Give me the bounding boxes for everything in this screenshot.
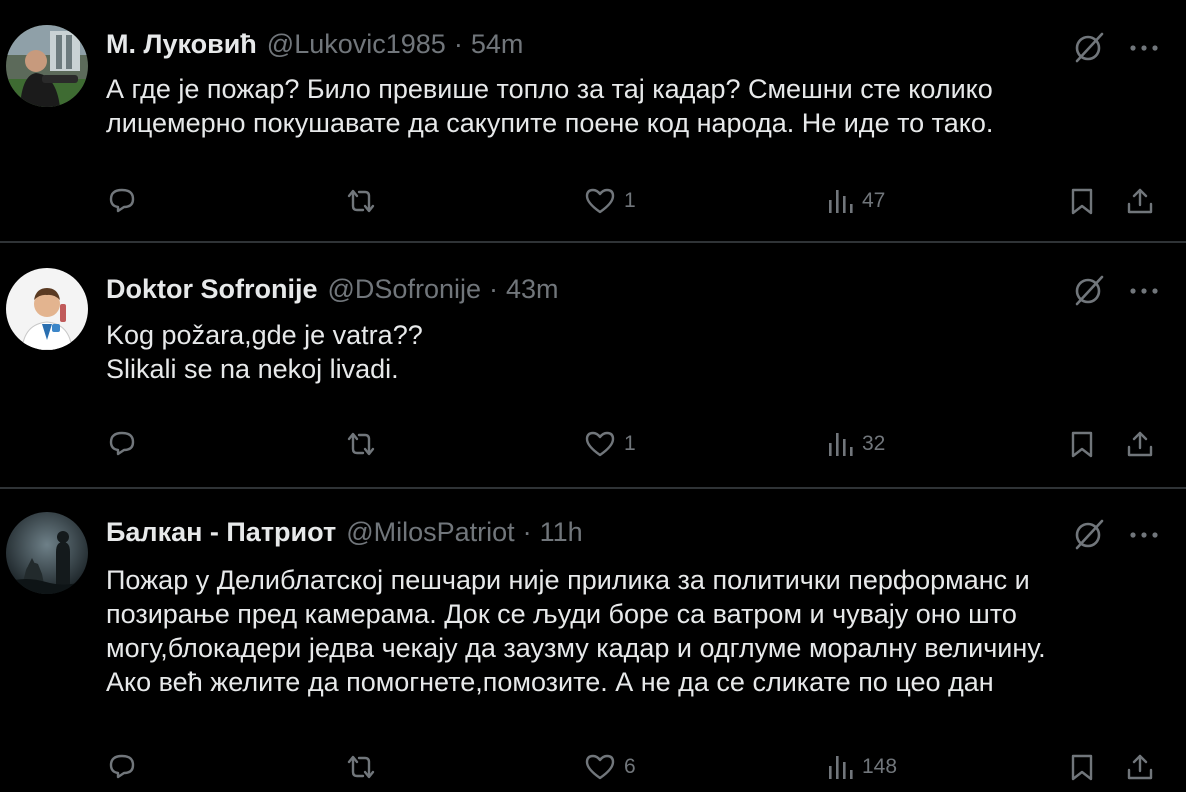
tweet-text: А где је пожар? Било превише топло за та… [106,72,1166,140]
view-count: 47 [862,189,886,212]
tweet-text-line: Пожар у Делиблатској пешчари није прилик… [106,565,1030,595]
share-button[interactable] [1125,428,1155,460]
bookmark-button[interactable] [1068,428,1096,460]
like-count: 1 [624,432,636,455]
views-button[interactable]: 148 [826,751,897,783]
tweet-time[interactable]: 11h [540,517,583,548]
reply-feed: М. Луковић @Lukovic1985 · 54m А где је п… [0,0,1186,792]
tweet-text-line: Ако већ желите да помогнете,помозите. А … [106,667,994,697]
retweet-button[interactable] [344,751,378,783]
tweet-time[interactable]: 43m [506,274,559,305]
bookmark-icon [1071,754,1093,781]
tweet-text-line: лицемерно покушавате да сакупите поене к… [106,108,994,138]
share-icon [1127,754,1153,780]
action-bar: 1 47 [0,185,1186,217]
reply-button[interactable] [107,185,137,217]
heart-icon [585,431,615,457]
retweet-icon [347,189,375,213]
like-button[interactable]: 6 [584,751,636,783]
views-icon [829,756,853,779]
reply-icon [109,754,135,779]
tweet-time[interactable]: 54m [471,29,524,60]
author-name[interactable]: Doktor Sofronije [106,274,318,305]
retweet-button[interactable] [344,185,378,217]
action-bar: 6 148 [0,751,1186,783]
share-icon [1127,188,1153,214]
separator-dot: · [453,28,463,59]
bookmark-icon [1071,431,1093,458]
retweet-button[interactable] [344,428,378,460]
grok-icon[interactable] [1072,273,1106,307]
more-icon[interactable] [1126,281,1162,301]
heart-icon [585,754,615,780]
like-count: 1 [624,189,636,212]
views-button[interactable]: 32 [826,428,885,460]
grok-icon[interactable] [1072,517,1106,551]
bookmark-icon [1071,188,1093,215]
avatar[interactable] [6,25,88,107]
reply-button[interactable] [107,751,137,783]
tweet-text: Kog požara,gde je vatra?? Slikali se na … [106,318,1166,386]
views-icon [829,433,853,456]
view-count: 148 [862,755,898,778]
share-button[interactable] [1125,185,1155,217]
author-name[interactable]: М. Луковић [106,29,257,60]
more-icon[interactable] [1126,38,1162,58]
views-button[interactable]: 47 [826,185,885,217]
reply-icon [109,431,135,456]
share-button[interactable] [1125,751,1155,783]
tweet-text-line: А где је пожар? Било превише топло за та… [106,74,993,104]
retweet-icon [347,432,375,456]
tweet-text: Пожар у Делиблатској пешчари није прилик… [106,563,1166,699]
avatar[interactable] [6,512,88,594]
action-bar: 1 32 [0,428,1186,460]
author-name[interactable]: Балкан - Патриот [106,517,336,548]
reply-icon [109,188,135,213]
author-handle[interactable]: @Lukovic1985 [267,29,446,60]
like-count: 6 [624,755,636,778]
tweet-header: Балкан - Патриот @MilosPatriot · 11h [106,514,583,550]
like-button[interactable]: 1 [584,428,636,460]
author-handle[interactable]: @DSofronije [328,274,481,305]
tweet-text-line: Slikali se na nekoj livadi. [106,354,399,384]
reply-button[interactable] [107,428,137,460]
bookmark-button[interactable] [1068,751,1096,783]
heart-icon [585,188,615,214]
grok-icon[interactable] [1072,30,1106,64]
tweet-header: Doktor Sofronije @DSofronije · 43m [106,271,559,307]
separator-dot: · [522,516,532,547]
bookmark-button[interactable] [1068,185,1096,217]
separator-dot: · [489,273,498,304]
view-count: 32 [862,432,886,455]
author-handle[interactable]: @MilosPatriot [346,517,514,548]
tweet-text-line: могу,блокадери једва чекају да заузму ка… [106,633,1046,663]
share-icon [1127,431,1153,457]
tweet-header: М. Луковић @Lukovic1985 · 54m [106,26,523,62]
views-icon [829,190,853,213]
tweet-text-line: позирање пред камерама. Док се људи боре… [106,599,1017,629]
avatar[interactable] [6,268,88,350]
tweet-text-line: Kog požara,gde je vatra?? [106,320,423,350]
retweet-icon [347,755,375,779]
more-icon[interactable] [1126,525,1162,545]
like-button[interactable]: 1 [584,185,636,217]
